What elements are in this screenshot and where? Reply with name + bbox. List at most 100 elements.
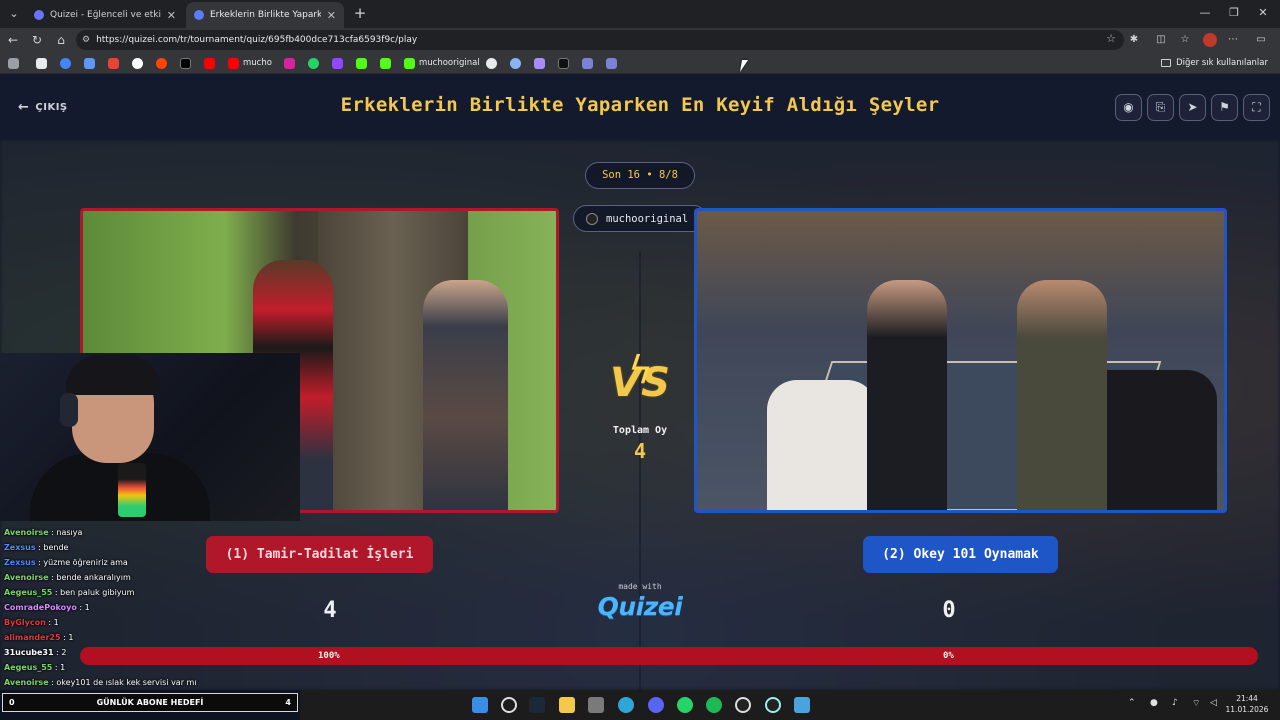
webcam-overlay bbox=[0, 353, 300, 521]
address-bar[interactable]: ⚙ ☆ bbox=[76, 30, 1124, 50]
bookmark-x-icon[interactable] bbox=[180, 55, 191, 71]
chat-message: ComradePokoyo : 1 bbox=[0, 600, 300, 615]
chat-username[interactable]: 31ucube31 bbox=[4, 648, 54, 657]
quizei-logo[interactable]: Quizei bbox=[590, 592, 690, 621]
center-divider bbox=[639, 252, 641, 690]
discord-icon[interactable] bbox=[648, 697, 664, 713]
bookmark-chrome-icon[interactable] bbox=[60, 55, 71, 71]
new-tab-plus-icon[interactable]: + bbox=[351, 4, 369, 22]
bookmark-google-icon[interactable] bbox=[132, 55, 143, 71]
drink-can bbox=[118, 463, 146, 517]
profile-avatar-icon[interactable] bbox=[1203, 33, 1217, 47]
site-info-icon[interactable]: ⚙ bbox=[82, 35, 90, 45]
player-figure bbox=[867, 280, 947, 510]
settings-icon[interactable] bbox=[794, 697, 810, 713]
total-votes-label: Toplam Oy bbox=[612, 425, 668, 436]
choice-right-button[interactable]: (2) Okey 101 Oynamak bbox=[863, 536, 1058, 573]
favorites-icon[interactable]: ☆ bbox=[1176, 31, 1194, 49]
back-arrow-icon[interactable]: ← bbox=[4, 31, 22, 49]
network-icon[interactable]: ⌔ bbox=[1192, 698, 1200, 709]
share-icon[interactable]: ⎘ bbox=[1147, 94, 1174, 121]
bookmark-kick-icon[interactable] bbox=[356, 55, 367, 71]
bookmark-instagram-icon[interactable] bbox=[284, 55, 295, 71]
flag-icon[interactable]: ⚑ bbox=[1211, 94, 1238, 121]
chat-message: ByGlycon : 1 bbox=[0, 615, 300, 630]
chat-username[interactable]: Aegeus_55 bbox=[4, 663, 52, 672]
bookmark-files-icon[interactable] bbox=[84, 55, 95, 71]
minimize-icon[interactable]: — bbox=[1190, 4, 1220, 22]
tab-list-chevron-icon[interactable]: ⌄ bbox=[4, 4, 24, 24]
chat-username[interactable]: ComradePokoyo bbox=[4, 603, 77, 612]
browser-tab-quizei-home[interactable]: Quizei - Eğlenceli ve etkileşimli qu ✕ bbox=[26, 2, 184, 28]
bookmark-kick-k-icon[interactable] bbox=[380, 55, 391, 71]
chat-username[interactable]: Avenoirse bbox=[4, 528, 49, 537]
browser-nav-bar: ← ↻ ⌂ ⚙ ☆ ✱ ◫ ☆ ⋯ ▭ bbox=[0, 28, 1280, 52]
system-clock[interactable]: 21:44 11.01.2026 bbox=[1222, 693, 1272, 715]
steam-icon[interactable] bbox=[529, 697, 545, 713]
chat-message: Zexsus : yüzme öğreniriz ama bbox=[0, 555, 300, 570]
bookmark-youtube-icon[interactable] bbox=[204, 55, 215, 71]
home-icon[interactable]: ⌂ bbox=[52, 31, 70, 49]
reload-icon[interactable]: ↻ bbox=[28, 31, 46, 49]
chat-username[interactable]: Zexsus bbox=[4, 558, 36, 567]
bookmark-github-icon[interactable] bbox=[486, 55, 497, 71]
chat-message: Aegeus_55 : ben paluk gibiyum bbox=[0, 585, 300, 600]
more-menu-icon[interactable]: ⋯ bbox=[1224, 31, 1242, 49]
chat-username[interactable]: alimander25 bbox=[4, 633, 61, 642]
bookmark-image-icon[interactable] bbox=[36, 55, 47, 71]
eye-icon[interactable]: ◉ bbox=[1115, 94, 1142, 121]
chat-username[interactable]: Avenoirse bbox=[4, 573, 49, 582]
close-tab-icon[interactable]: ✕ bbox=[167, 9, 176, 22]
favorite-star-icon[interactable]: ☆ bbox=[1106, 32, 1116, 45]
extensions-puzzle-icon[interactable]: ✱ bbox=[1125, 31, 1143, 49]
edge-icon[interactable] bbox=[618, 697, 634, 713]
send-icon[interactable]: ➤ bbox=[1179, 94, 1206, 121]
spotify-icon[interactable] bbox=[706, 697, 722, 713]
bookmark-app-icon[interactable] bbox=[8, 55, 19, 71]
bookmark-mucho[interactable]: mucho bbox=[228, 55, 272, 71]
close-window-icon[interactable]: ✕ bbox=[1248, 4, 1278, 22]
windows-start-icon[interactable] bbox=[472, 697, 488, 713]
subscriber-goal-bar: 0 GÜNLÜK ABONE HEDEFİ 4 bbox=[2, 693, 298, 712]
bookmark-gmail-icon[interactable] bbox=[108, 55, 119, 71]
right-vote-count: 0 bbox=[942, 598, 956, 623]
chat-message: Avenoirse : nasıya bbox=[0, 525, 300, 540]
bookmark-muchooriginal[interactable]: muchooriginal bbox=[404, 55, 480, 71]
bookmark-whatsapp-icon[interactable] bbox=[308, 55, 319, 71]
split-screen-icon[interactable]: ◫ bbox=[1152, 31, 1170, 49]
chat-message: 31ucube31 : 2 bbox=[0, 645, 300, 660]
url-input[interactable] bbox=[96, 35, 997, 45]
file-explorer-icon[interactable] bbox=[559, 697, 575, 713]
bookmark-shield-icon[interactable] bbox=[582, 55, 593, 71]
restore-icon[interactable]: ❐ bbox=[1219, 4, 1249, 22]
chat-text: : ben paluk gibiyum bbox=[52, 588, 135, 597]
other-bookmarks[interactable]: Diğer sık kullanılanlar bbox=[1161, 55, 1268, 71]
player-figure bbox=[1017, 280, 1107, 510]
choice-right-image[interactable] bbox=[694, 208, 1227, 513]
bookmark-tm-icon[interactable] bbox=[558, 55, 569, 71]
lumberjack-figure bbox=[423, 280, 508, 510]
chat-username[interactable]: Zexsus bbox=[4, 543, 36, 552]
app-icon[interactable] bbox=[765, 697, 781, 713]
obs-icon[interactable] bbox=[735, 697, 751, 713]
sidebar-toggle-icon[interactable]: ▭ bbox=[1252, 31, 1270, 49]
store-icon[interactable] bbox=[588, 697, 604, 713]
tray-chevron-icon[interactable]: ⌃ bbox=[1128, 698, 1136, 708]
microphone-icon[interactable]: ♪ bbox=[1172, 698, 1178, 708]
chat-username[interactable]: Aegeus_55 bbox=[4, 588, 52, 597]
fullscreen-icon[interactable]: ⛶ bbox=[1243, 94, 1270, 121]
bookmark-pen-icon[interactable] bbox=[534, 55, 545, 71]
close-tab-icon[interactable]: ✕ bbox=[327, 9, 336, 22]
bookmark-twitch-icon[interactable] bbox=[332, 55, 343, 71]
sub-goal-current: 0 bbox=[9, 698, 15, 707]
tray-app-icon[interactable]: ● bbox=[1150, 698, 1158, 708]
bookmark-reddit-icon[interactable] bbox=[156, 55, 167, 71]
bookmark-sync-icon[interactable] bbox=[510, 55, 521, 71]
volume-icon[interactable]: ◁ bbox=[1210, 698, 1217, 708]
chat-username[interactable]: Avenoirse bbox=[4, 678, 49, 687]
bookmark-shield-2-icon[interactable] bbox=[606, 55, 617, 71]
browser-tab-quiz[interactable]: Erkeklerin Birlikte Yaparken En Key ✕ bbox=[186, 2, 344, 28]
whatsapp-icon[interactable] bbox=[677, 697, 693, 713]
chat-username[interactable]: ByGlycon bbox=[4, 618, 46, 627]
search-icon[interactable] bbox=[501, 697, 517, 713]
